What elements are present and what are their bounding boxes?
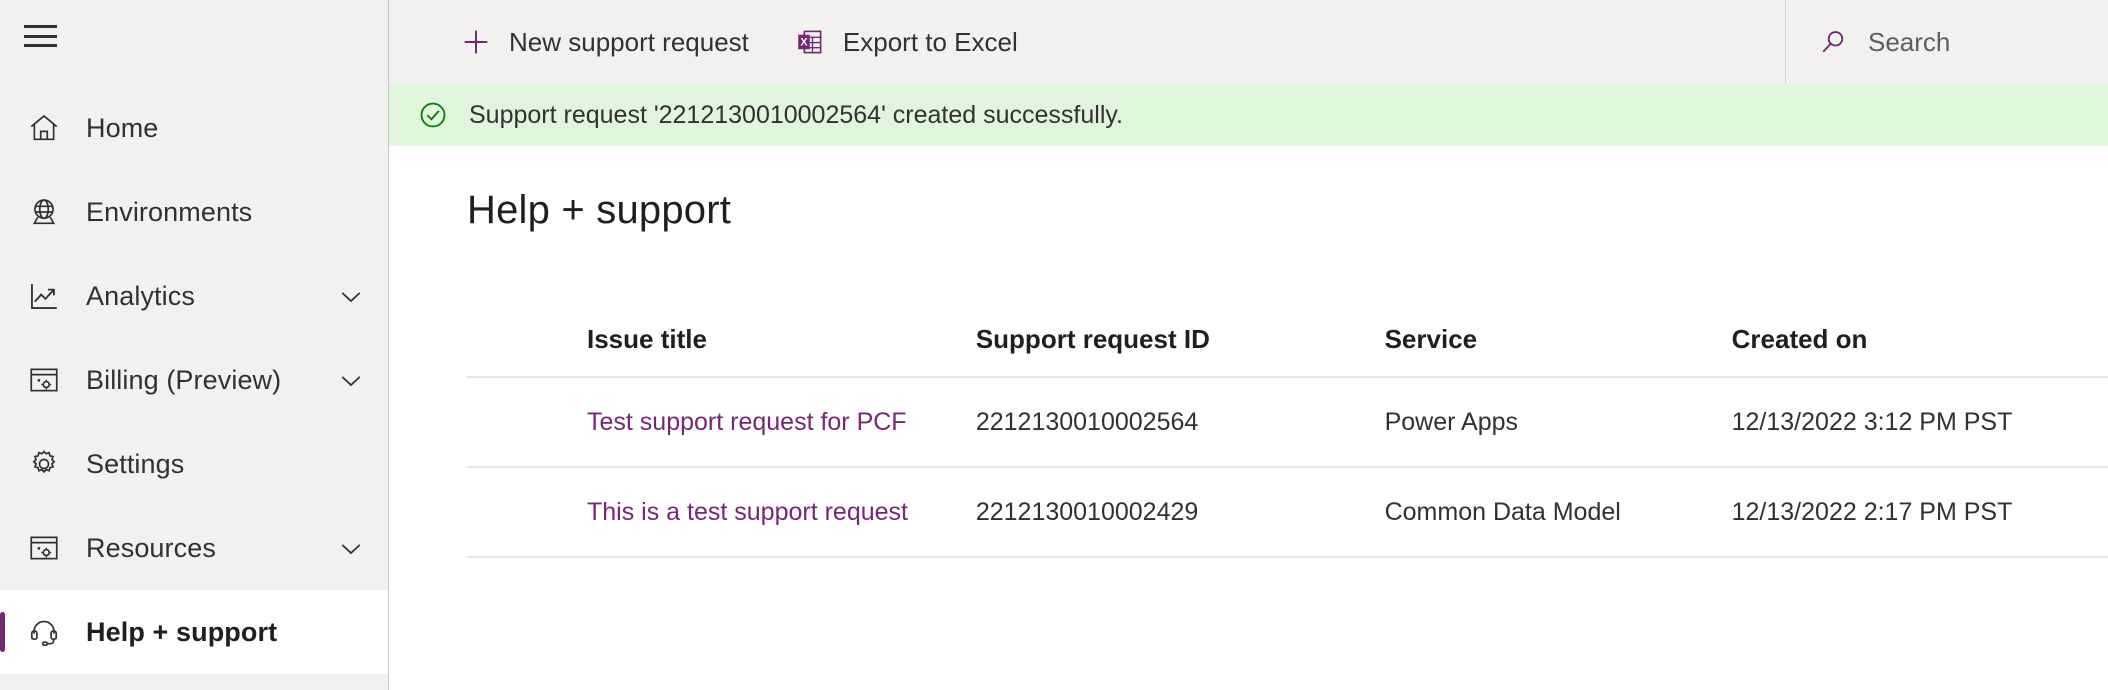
- table-row[interactable]: This is a test support request 221213001…: [467, 467, 2108, 558]
- new-support-request-button[interactable]: New support request: [443, 12, 765, 72]
- sidebar-item-label: Help + support: [86, 617, 278, 647]
- cell-issue-title: Test support request for PCF: [467, 377, 976, 468]
- sidebar-item-label: Billing (Preview): [86, 365, 282, 395]
- sidebar-item-label: Analytics: [86, 281, 195, 311]
- chevron-down-icon[interactable]: [332, 529, 370, 567]
- billing-icon: [22, 360, 66, 400]
- new-support-request-label: New support request: [509, 27, 749, 57]
- cell-service: Common Data Model: [1384, 467, 1732, 558]
- gear-icon: [22, 444, 66, 484]
- hamburger-bars: [23, 25, 57, 47]
- cell-created-on: 12/13/2022 2:17 PM PST: [1731, 467, 2108, 558]
- table-row[interactable]: Test support request for PCF 22121300100…: [467, 377, 2108, 468]
- search-icon: [1816, 25, 1850, 59]
- search-input[interactable]: [1868, 26, 2068, 58]
- table-body: Test support request for PCF 22121300100…: [467, 377, 2108, 558]
- support-requests-table-wrapper: Issue title Support request ID Service C…: [467, 324, 2108, 558]
- issue-title-link[interactable]: Test support request for PCF: [587, 408, 907, 436]
- sidebar-item-environments[interactable]: Environments: [0, 170, 388, 254]
- analytics-icon: [22, 276, 66, 316]
- table-head: Issue title Support request ID Service C…: [467, 324, 2108, 378]
- success-banner-text: Support request '2212130010002564' creat…: [469, 101, 1123, 129]
- menu-icon[interactable]: [8, 4, 72, 68]
- cell-support-request-id: 2212130010002429: [975, 467, 1385, 558]
- cell-service: Power Apps: [1384, 377, 1732, 468]
- sidebar-item-home[interactable]: Home: [0, 86, 388, 170]
- page-body: Help + support Issue title Support reque…: [389, 146, 2108, 690]
- page-title: Help + support: [467, 188, 732, 232]
- selection-indicator: [0, 612, 5, 652]
- sidebar-item-analytics[interactable]: Analytics: [0, 254, 388, 338]
- support-requests-table: Issue title Support request ID Service C…: [467, 324, 2108, 558]
- check-circle-icon: [415, 97, 451, 133]
- chevron-down-icon[interactable]: [332, 361, 370, 399]
- success-banner: Support request '2212130010002564' creat…: [389, 84, 2108, 146]
- table-header-row: Issue title Support request ID Service C…: [467, 324, 2108, 378]
- issue-title-link[interactable]: This is a test support request: [587, 498, 908, 526]
- cell-issue-title: This is a test support request: [467, 467, 976, 558]
- sidebar-item-settings[interactable]: Settings: [0, 422, 388, 506]
- home-icon: [22, 108, 66, 148]
- column-header-created-on[interactable]: Created on: [1731, 324, 2108, 378]
- sidebar: Home Environments Analytics Billing (Pre…: [0, 0, 389, 690]
- sidebar-item-resources[interactable]: Resources: [0, 506, 388, 590]
- chevron-down-icon[interactable]: [332, 277, 370, 315]
- search-box[interactable]: [1785, 0, 2108, 84]
- column-header-issue-title[interactable]: Issue title: [467, 324, 976, 378]
- globe-icon: [22, 192, 66, 232]
- sidebar-item-label: Settings: [86, 449, 185, 479]
- sidebar-item-label: Environments: [86, 197, 253, 227]
- cell-created-on: 12/13/2022 3:12 PM PST: [1731, 377, 2108, 468]
- column-header-service[interactable]: Service: [1384, 324, 1732, 378]
- sidebar-item-billing[interactable]: Billing (Preview): [0, 338, 388, 422]
- column-header-support-request-id[interactable]: Support request ID: [975, 324, 1385, 378]
- sidebar-item-help-support[interactable]: Help + support: [0, 590, 388, 674]
- sidebar-nav-list: Home Environments Analytics Billing (Pre…: [0, 86, 388, 674]
- resources-icon: [22, 528, 66, 568]
- cell-support-request-id: 2212130010002564: [975, 377, 1385, 468]
- export-to-excel-label: Export to Excel: [842, 27, 1018, 57]
- export-to-excel-button[interactable]: X Export to Excel: [777, 12, 1034, 72]
- svg-text:X: X: [800, 36, 808, 48]
- main-content: New support request X Export to Excel Se…: [389, 0, 2108, 690]
- plus-icon: [459, 25, 493, 59]
- sidebar-item-label: Home: [86, 113, 159, 143]
- sidebar-item-label: Resources: [86, 533, 216, 563]
- headset-icon: [22, 612, 66, 652]
- excel-icon: X: [793, 25, 827, 59]
- command-bar: New support request X Export to Excel: [389, 0, 2108, 84]
- app-root: Home Environments Analytics Billing (Pre…: [0, 0, 2108, 690]
